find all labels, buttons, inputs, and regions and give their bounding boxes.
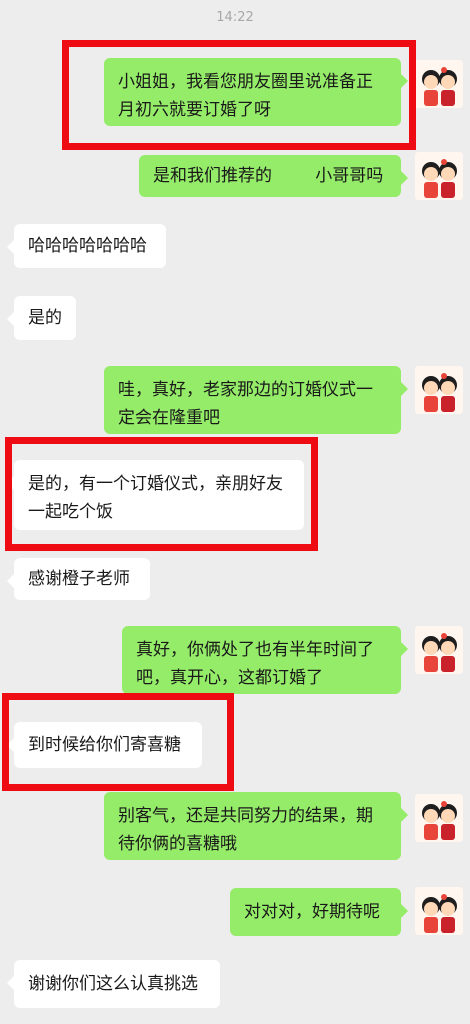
message-bubble-incoming[interactable]: 谢谢你们这么认真挑选 [7, 960, 220, 1008]
highlight-box [5, 437, 318, 551]
user-avatar-icon[interactable] [415, 887, 463, 935]
message-bubble-outgoing[interactable]: 是和我们推荐的 小哥哥吗 [139, 155, 408, 197]
couple-cartoon-icon [415, 794, 463, 842]
user-avatar-icon[interactable] [415, 152, 463, 200]
couple-cartoon-icon [415, 626, 463, 674]
message-bubble-incoming[interactable]: 感谢橙子老师 [7, 558, 150, 600]
couple-cartoon-icon [415, 152, 463, 200]
message-bubble-outgoing[interactable]: 对对对，好期待呢 [230, 888, 408, 936]
user-avatar-icon[interactable] [415, 60, 463, 108]
message-bubble-outgoing[interactable]: 别客气，还是共同努力的结果，期 待你俩的喜糖哦 [104, 792, 408, 860]
highlight-box [2, 693, 234, 791]
user-avatar-icon[interactable] [415, 366, 463, 414]
timestamp: 14:22 [216, 10, 254, 25]
message-bubble-incoming[interactable]: 哈哈哈哈哈哈哈 [7, 224, 166, 268]
highlight-box [62, 40, 416, 150]
user-avatar-icon[interactable] [415, 794, 463, 842]
couple-cartoon-icon [415, 60, 463, 108]
couple-cartoon-icon [415, 887, 463, 935]
user-avatar-icon[interactable] [415, 626, 463, 674]
message-bubble-incoming[interactable]: 是的 [7, 296, 76, 340]
message-bubble-outgoing[interactable]: 真好，你俩处了也有半年时间了 吧，真开心，这都订婚了 [122, 626, 408, 694]
couple-cartoon-icon [415, 366, 463, 414]
message-bubble-outgoing[interactable]: 哇，真好，老家那边的订婚仪式一 定会在隆重吧 [104, 366, 408, 434]
